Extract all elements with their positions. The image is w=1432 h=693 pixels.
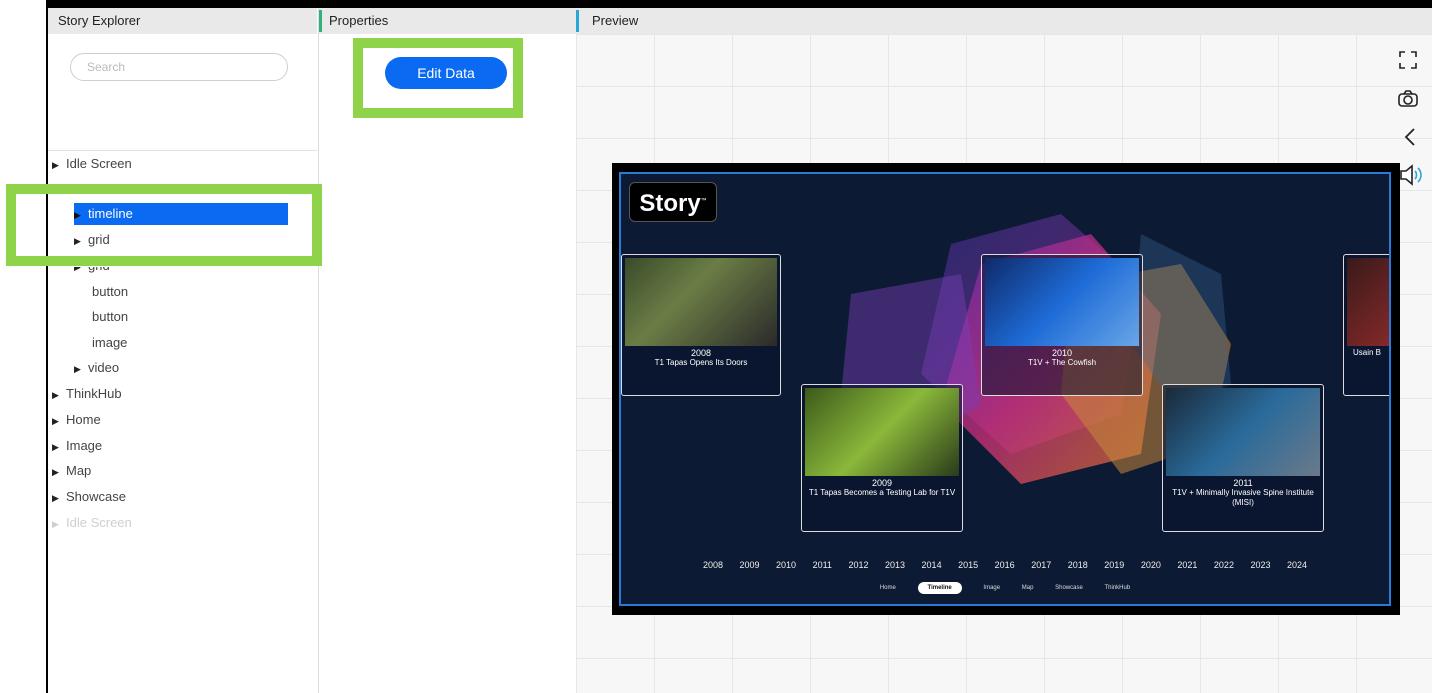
year-link[interactable]: 2015: [958, 560, 978, 570]
fullscreen-icon[interactable]: [1396, 50, 1420, 75]
timeline-card[interactable]: 2010 T1V + The Cowfish: [981, 254, 1143, 396]
tree-item-label: ThinkHub: [66, 386, 122, 401]
expand-arrow-icon[interactable]: ▶: [74, 358, 88, 380]
properties-accent: [319, 10, 322, 32]
card-year: 2008: [690, 348, 712, 358]
expand-arrow-icon[interactable]: ▶: [52, 513, 66, 535]
year-link[interactable]: 2018: [1068, 560, 1088, 570]
tree-item-map[interactable]: ▶ Map: [52, 460, 91, 482]
explorer-divider: [48, 150, 317, 151]
tree-item-image[interactable]: image: [92, 332, 127, 354]
card-caption: T1V + The Cowfish: [1027, 358, 1097, 367]
card-photo: [1166, 388, 1320, 476]
timeline-card[interactable]: Usain B: [1343, 254, 1389, 396]
nav-thinkhub[interactable]: ThinkHub: [1104, 585, 1130, 591]
preview-header: Preview: [576, 8, 1432, 34]
tree-item-button-2[interactable]: button: [92, 306, 128, 328]
properties-header: Properties: [319, 8, 577, 34]
search-input[interactable]: Search: [70, 53, 288, 81]
year-link[interactable]: 2022: [1214, 560, 1234, 570]
year-link[interactable]: 2019: [1104, 560, 1124, 570]
nav-timeline[interactable]: Timeline: [917, 582, 962, 594]
tree-item-label: video: [88, 360, 120, 375]
tree-item-home[interactable]: ▶ Home: [52, 409, 101, 431]
expand-arrow-icon[interactable]: ▶: [52, 436, 66, 458]
back-chevron-icon[interactable]: [1398, 126, 1422, 153]
tree-item-label: image: [92, 335, 128, 350]
timeline-card[interactable]: 2009 T1 Tapas Becomes a Testing Lab for …: [801, 384, 963, 532]
window-top-border: [46, 0, 1432, 8]
stage-nav-bar: Home Timeline Image Map Showcase ThinkHu…: [621, 582, 1389, 594]
preview-accent: [576, 10, 579, 32]
expand-arrow-icon[interactable]: ▶: [52, 154, 66, 176]
card-photo: [1347, 258, 1389, 346]
year-link[interactable]: 2020: [1141, 560, 1161, 570]
card-photo: [985, 258, 1139, 346]
highlight-box-edit-data: [353, 38, 523, 118]
tree-item-image-2[interactable]: ▶ Image: [52, 435, 102, 457]
card-caption: T1 Tapas Becomes a Testing Lab for T1V: [808, 488, 956, 497]
tree-item-label: Idle Screen: [66, 156, 132, 171]
tree-item-label: button: [92, 309, 129, 324]
year-selector: 2008 2009 2010 2011 2012 2013 2014 2015 …: [621, 560, 1389, 570]
tree-item-label: button: [92, 284, 129, 299]
timeline-card[interactable]: 2008 T1 Tapas Opens Its Doors: [621, 254, 781, 396]
expand-arrow-icon[interactable]: ▶: [52, 461, 66, 483]
year-link[interactable]: 2023: [1250, 560, 1270, 570]
tree-item-label: Home: [66, 412, 101, 427]
nav-showcase[interactable]: Showcase: [1055, 585, 1083, 591]
year-link[interactable]: 2013: [885, 560, 905, 570]
card-caption: T1 Tapas Opens Its Doors: [654, 358, 748, 367]
preview-stage[interactable]: Story™ 2008 T1 Tapas Opens Its Doors 201…: [612, 163, 1400, 615]
card-caption: Usain B: [1353, 348, 1382, 357]
highlight-box-timeline: [6, 184, 322, 266]
tree-item-idle-screen-2[interactable]: ▶ Idle Screen: [52, 512, 132, 534]
camera-icon[interactable]: [1396, 89, 1420, 114]
tree-item-video[interactable]: ▶ video: [74, 357, 119, 379]
story-logo: Story™: [629, 182, 717, 222]
year-link[interactable]: 2008: [703, 560, 723, 570]
story-explorer-panel: Story Explorer Search ▶ Idle Screen ▶ time…: [48, 8, 317, 693]
year-link[interactable]: 2014: [922, 560, 942, 570]
nav-home[interactable]: Home: [880, 585, 896, 591]
tree-item-label: Map: [66, 463, 92, 478]
card-year: 2009: [871, 478, 893, 488]
expand-arrow-icon[interactable]: ▶: [52, 384, 66, 406]
timeline-screen: Story™ 2008 T1 Tapas Opens Its Doors 201…: [619, 172, 1391, 606]
year-link[interactable]: 2009: [739, 560, 759, 570]
expand-arrow-icon[interactable]: ▶: [52, 487, 66, 509]
tree-item-label: Image: [66, 438, 103, 453]
card-year: 2010: [1051, 348, 1073, 358]
card-year: 2011: [1233, 478, 1253, 488]
year-link[interactable]: 2024: [1287, 560, 1307, 570]
card-photo: [805, 388, 959, 476]
timeline-card[interactable]: 2011 T1V + Minimally Invasive Spine Inst…: [1162, 384, 1324, 532]
year-link[interactable]: 2016: [995, 560, 1015, 570]
tree-item-label: Idle Screen: [66, 515, 132, 530]
year-link[interactable]: 2010: [776, 560, 796, 570]
tree-item-thinkhub[interactable]: ▶ ThinkHub: [52, 383, 122, 405]
card-photo: [625, 258, 777, 346]
year-link[interactable]: 2011: [813, 560, 832, 570]
story-explorer-header: Story Explorer: [48, 8, 317, 34]
tree-item-label: Showcase: [66, 489, 126, 504]
year-link[interactable]: 2017: [1031, 560, 1051, 570]
speaker-icon[interactable]: [1398, 163, 1422, 192]
year-link[interactable]: 2012: [848, 560, 868, 570]
year-link[interactable]: 2021: [1177, 560, 1197, 570]
tree-item-button[interactable]: button: [92, 281, 128, 303]
nav-map[interactable]: Map: [1022, 585, 1034, 591]
tree-item-showcase[interactable]: ▶ Showcase: [52, 486, 126, 508]
nav-image[interactable]: Image: [983, 585, 1000, 591]
expand-arrow-icon[interactable]: ▶: [52, 410, 66, 432]
tree-item-idle-screen[interactable]: ▶ Idle Screen: [52, 153, 132, 175]
card-caption: T1V + Minimally Invasive Spine Institute…: [1172, 488, 1314, 507]
